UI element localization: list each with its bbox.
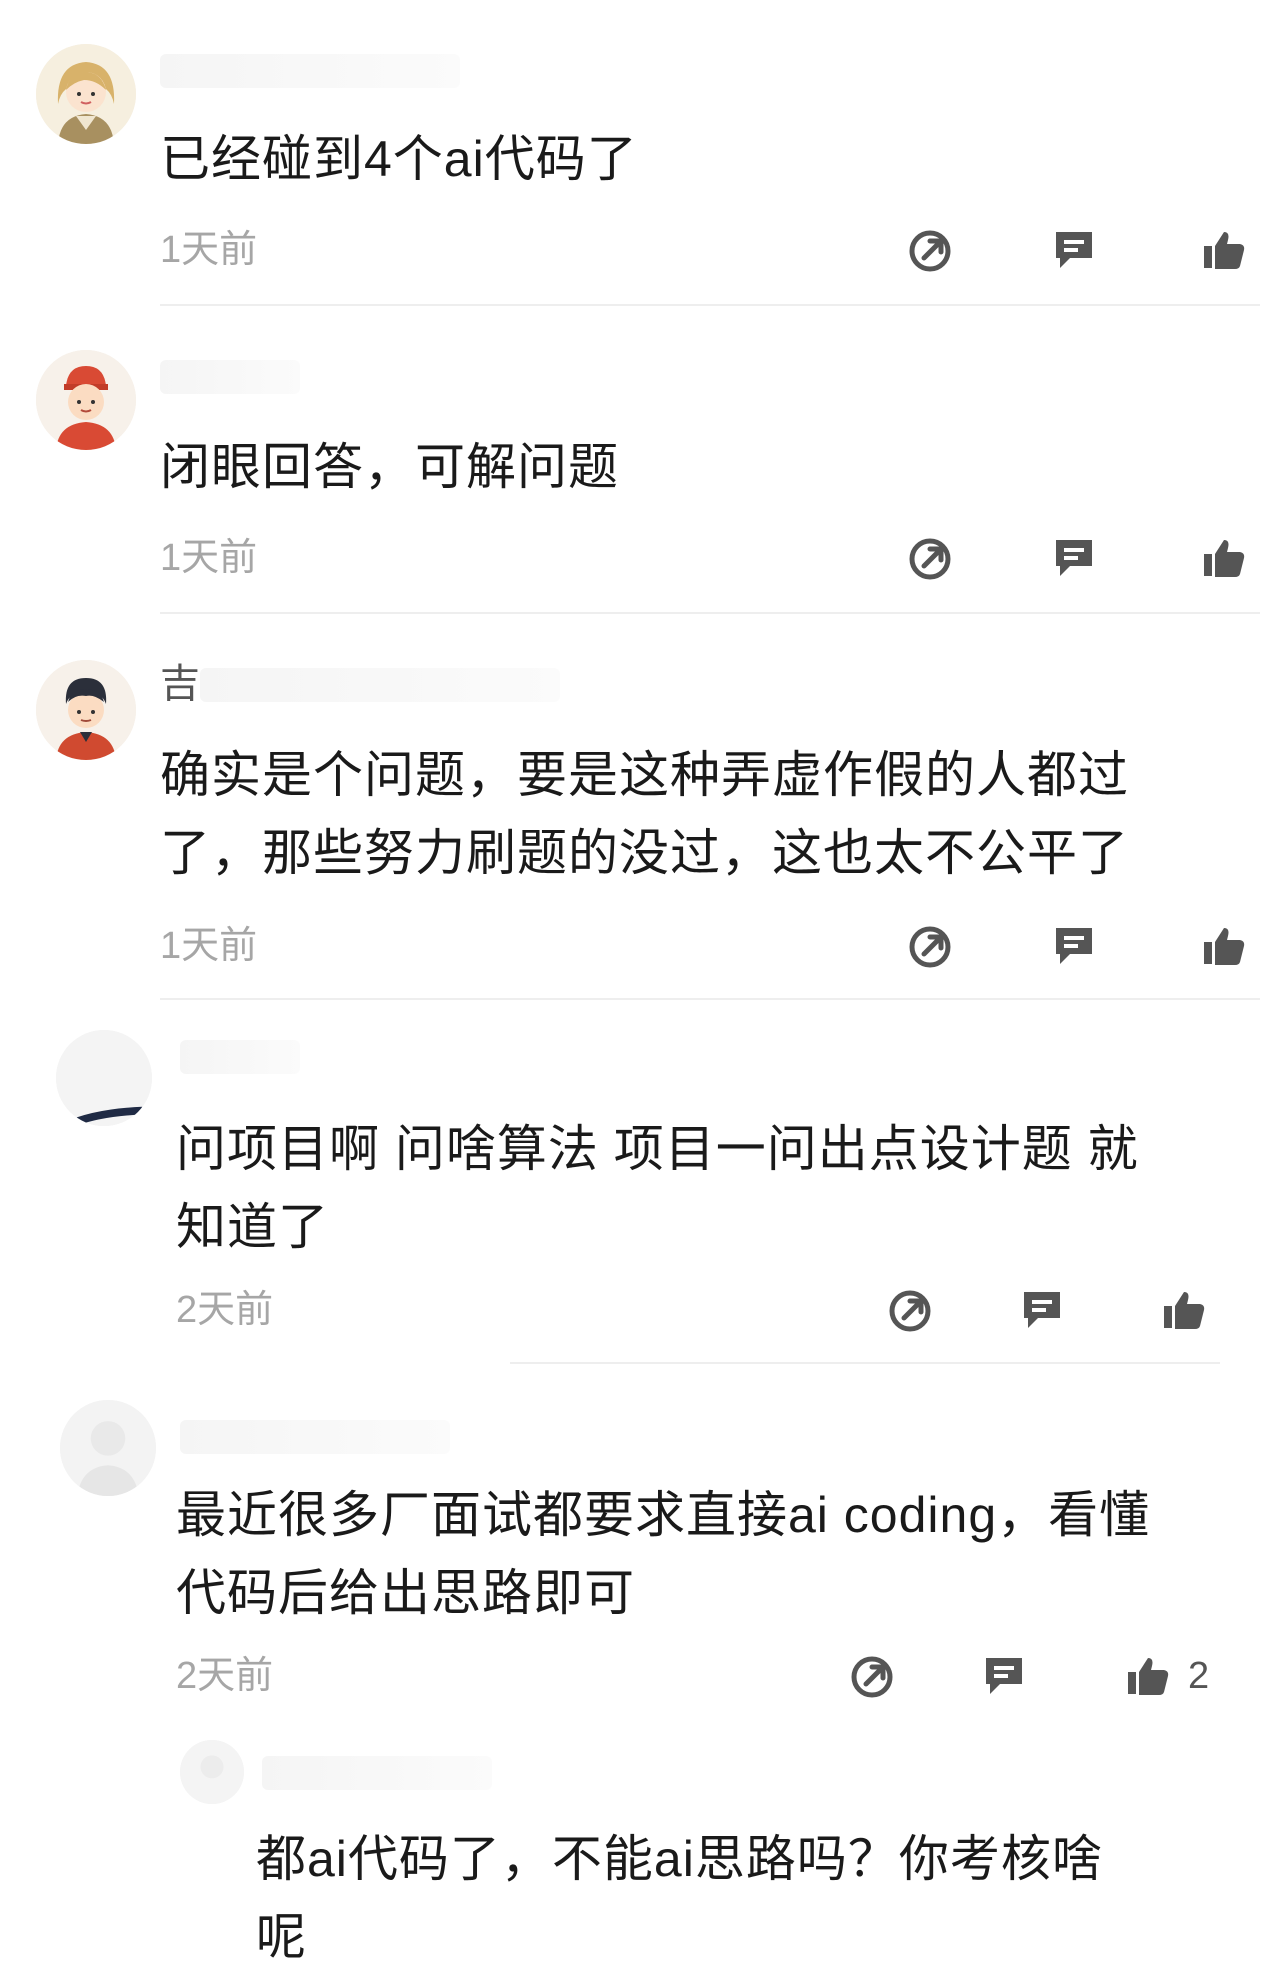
reply-icon[interactable] [1050,226,1098,274]
comment-text: 都ai代码了，不能ai思路吗？你考核啥 呢 [256,1831,1103,1965]
share-icon[interactable] [906,226,954,274]
username-blurred[interactable] [200,668,560,702]
reply-icon[interactable] [1050,922,1098,970]
thumbs-up-icon[interactable] [1200,534,1248,582]
thumbs-up-icon[interactable] [1200,226,1248,274]
avatar[interactable] [180,1740,244,1804]
like-count: 2 [1188,1655,1210,1697]
avatar-blurred-icon [60,1400,156,1496]
share-icon[interactable] [848,1652,896,1700]
avatar-man-red-cap-icon [36,350,136,450]
avatar[interactable] [36,660,136,760]
reply-icon[interactable] [980,1652,1028,1700]
username-blurred[interactable] [160,360,300,394]
comment-time: 1天前 [160,925,258,967]
reply-icon[interactable] [1050,534,1098,582]
reply-icon[interactable] [1018,1286,1066,1334]
comment-text: 问项目啊 问啥算法 项目一问出点设计题 就 知道了 [176,1121,1139,1255]
comment-text: 闭眼回答，可解问题 [160,439,619,495]
comment-time: 1天前 [160,229,258,271]
username-blurred[interactable] [180,1040,300,1074]
divider [160,304,1260,306]
avatar-blurred-icon [56,1030,152,1126]
username-visible-char[interactable]: 吉 [160,664,200,704]
comment-text: 已经碰到4个ai代码了 [160,131,638,187]
divider [160,998,1260,1000]
username-blurred[interactable] [180,1420,450,1454]
comment-text: 最近很多厂面试都要求直接ai coding，看懂 代码后给出思路即可 [176,1487,1151,1621]
comment-time: 1天前 [160,537,258,579]
avatar[interactable] [36,44,136,144]
thumbs-up-icon[interactable] [1200,922,1248,970]
avatar-blurred-icon [180,1740,244,1804]
share-icon[interactable] [906,922,954,970]
avatar-man-icon [36,660,136,760]
comment-time: 2天前 [176,1289,274,1331]
comment-text: 确实是个问题，要是这种弄虚作假的人都过 了，那些努力刷题的没过，这也太不公平了 [160,747,1129,881]
avatar[interactable] [60,1400,156,1496]
comment-time: 2天前 [176,1655,274,1697]
avatar-woman-icon [36,44,136,144]
divider [160,612,1260,614]
username-blurred[interactable] [160,54,460,88]
share-icon[interactable] [906,534,954,582]
divider [510,1362,1220,1364]
username-blurred[interactable] [262,1756,492,1790]
share-icon[interactable] [886,1286,934,1334]
thumbs-up-icon[interactable] [1124,1652,1172,1700]
avatar[interactable] [36,350,136,450]
avatar[interactable] [56,1030,152,1126]
thumbs-up-icon[interactable] [1160,1286,1208,1334]
